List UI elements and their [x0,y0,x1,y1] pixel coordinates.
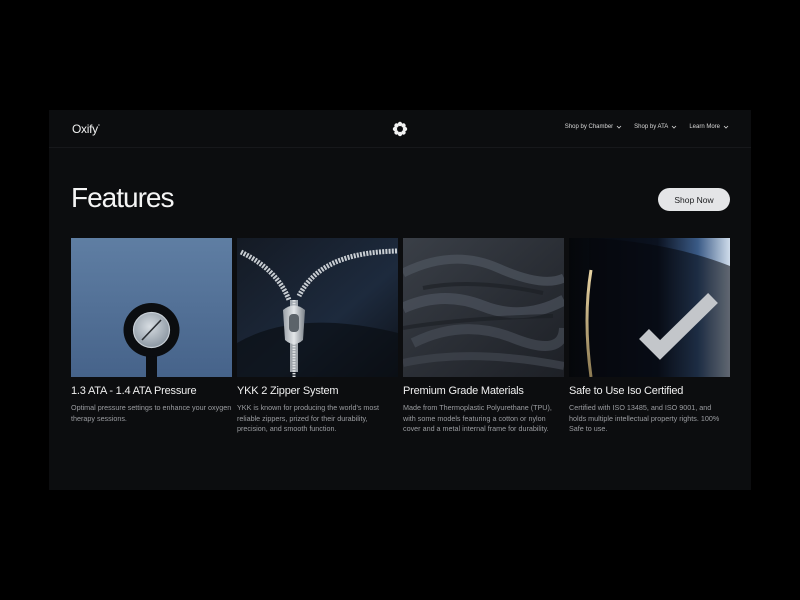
nav-shop-by-ata-label: Shop by ATA [634,124,669,130]
card-title: Premium Grade Materials [403,385,524,397]
fabric-image [403,238,564,377]
card-description: YKK is known for producing the world's m… [237,403,379,433]
zipper-image [237,238,398,377]
card-description: Made from Thermoplastic Polyurethane (TP… [403,403,552,433]
nav-learn-more-label: Learn More [689,124,720,130]
feature-card-zipper[interactable]: YKK 2 Zipper System YKK is known for pro… [237,238,398,434]
logo-mark: ° [97,124,100,130]
shop-now-button[interactable]: Shop Now [658,188,730,211]
card-description: Certified with ISO 13485, and ISO 9001, … [569,403,720,433]
nav-shop-by-chamber[interactable]: Shop by Chamber [565,124,622,130]
chevron-down-icon [672,125,677,129]
card-title: Safe to Use Iso Certified [569,385,684,397]
pressure-gauge-image [71,238,232,377]
nav-learn-more[interactable]: Learn More [689,124,729,130]
chevron-down-icon [723,125,729,129]
page-frame: Oxify° Shop by Chamber Shop by ATA Learn… [49,110,751,490]
feature-card-pressure[interactable]: 1.3 ATA - 1.4 ATA Pressure Optimal press… [71,238,232,434]
card-title: 1.3 ATA - 1.4 ATA Pressure [71,385,197,397]
card-description: Optimal pressure settings to enhance you… [71,403,232,423]
nav-shop-by-chamber-label: Shop by Chamber [564,124,614,130]
nav-shop-by-ata[interactable]: Shop by ATA [634,124,677,130]
feature-cards: 1.3 ATA - 1.4 ATA Pressure Optimal press… [71,238,730,434]
feature-card-certified[interactable]: Safe to Use Iso Certified Certified with… [569,238,730,434]
card-title: YKK 2 Zipper System [237,385,339,397]
logo[interactable]: Oxify° [72,122,100,136]
brand-flower-icon[interactable] [392,121,408,137]
feature-card-materials[interactable]: Premium Grade Materials Made from Thermo… [403,238,564,434]
chevron-down-icon [616,125,622,129]
page-title: Features [71,182,174,213]
top-navbar: Oxify° Shop by Chamber Shop by ATA Learn… [49,110,751,148]
nav-links: Shop by Chamber Shop by ATA Learn More [565,124,729,130]
checkmark-image [569,238,730,377]
